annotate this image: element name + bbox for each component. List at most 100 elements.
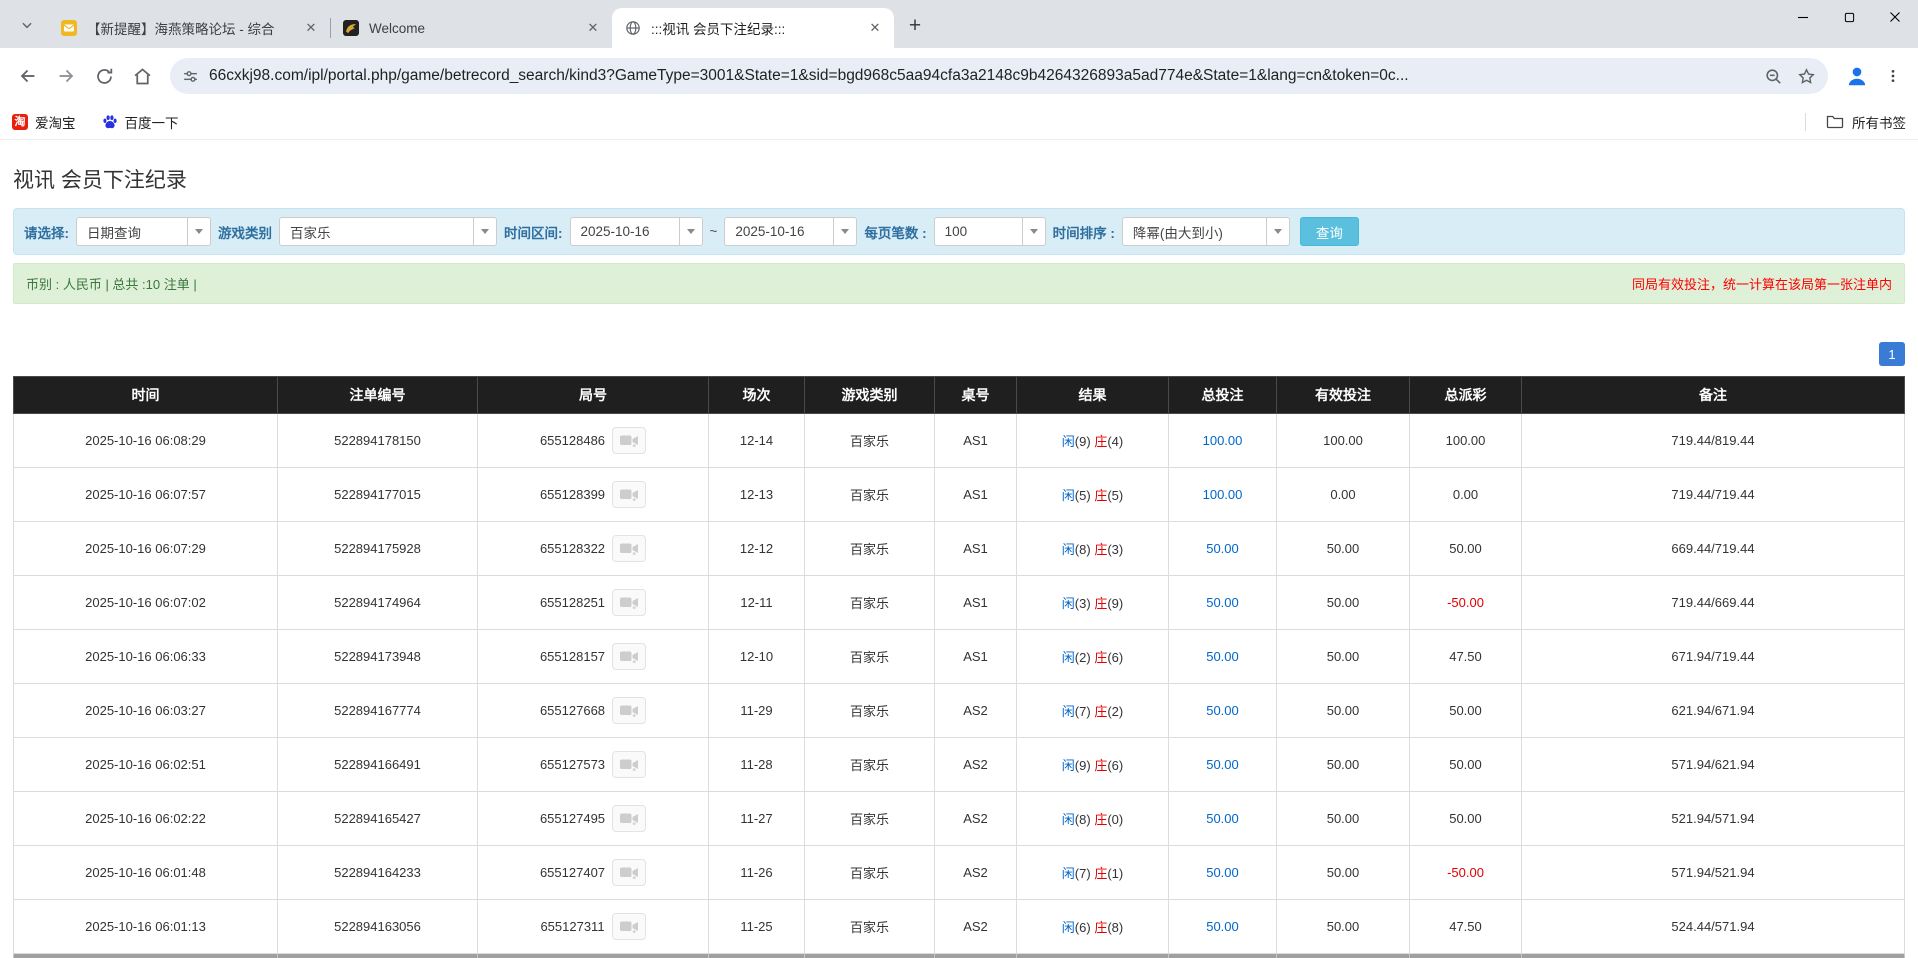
cell-round-id: 655128251 (478, 576, 709, 630)
cell-total-bet-link[interactable]: 50.00 (1169, 846, 1277, 900)
cell-total-bet-link[interactable]: 50.00 (1169, 630, 1277, 684)
globe-icon (624, 19, 642, 37)
cell-note: 719.44/719.44 (1522, 468, 1905, 522)
new-tab-button[interactable]: + (900, 10, 930, 40)
cell-payout: -50.00 (1410, 846, 1522, 900)
date-range-label: 时间区间: (504, 222, 563, 242)
table-row: 2025-10-16 06:07:57522894177015655128399… (14, 468, 1905, 522)
browser-window: 【新提醒】海燕策略论坛 - 综合✕Welcome✕:::视讯 会员下注纪录:::… (0, 0, 1918, 140)
cell-total-bet-link[interactable]: 50.00 (1169, 576, 1277, 630)
cell-total-bet-link[interactable]: 50.00 (1169, 900, 1277, 954)
browser-menu-button[interactable] (1878, 61, 1908, 91)
cell-session: 11-29 (709, 684, 805, 738)
video-replay-button[interactable] (612, 535, 646, 562)
cell-result: 闲(9) 庄(6) (1017, 738, 1169, 792)
reload-button[interactable] (86, 58, 122, 94)
cell-game-type: 百家乐 (805, 792, 935, 846)
forward-arrow-icon (55, 65, 77, 87)
footer-empty-cell (805, 954, 935, 958)
tab-search-chevron-button[interactable] (12, 10, 42, 40)
camera-icon (619, 487, 639, 502)
zoom-out-icon[interactable] (1764, 67, 1783, 86)
home-button[interactable] (124, 58, 160, 94)
cell-table-number: AS1 (935, 522, 1017, 576)
cell-total-bet-link[interactable]: 50.00 (1169, 792, 1277, 846)
cell-result: 闲(3) 庄(9) (1017, 576, 1169, 630)
browser-tab[interactable]: 【新提醒】海燕策略论坛 - 综合✕ (48, 8, 330, 48)
bookmark-item[interactable]: 淘爱淘宝 (12, 112, 76, 132)
profile-avatar[interactable] (1840, 59, 1874, 93)
result-player-label: 闲 (1062, 758, 1075, 773)
date-from-select[interactable]: 2025-10-16 (570, 217, 703, 246)
sort-label: 时间排序 : (1053, 222, 1115, 242)
site-settings-icon[interactable] (182, 68, 199, 85)
result-banker-label: 庄 (1094, 758, 1107, 773)
bet-records-table: 时间注单编号局号场次游戏类别桌号结果总投注有效投注总派彩备注 2025-10-1… (13, 376, 1905, 958)
cell-total-bet-link[interactable]: 50.00 (1169, 738, 1277, 792)
cell-time: 2025-10-16 06:01:13 (14, 900, 278, 954)
cell-total-bet-link[interactable]: 50.00 (1169, 684, 1277, 738)
camera-icon (619, 757, 639, 772)
cell-bet-id: 522894177015 (278, 468, 478, 522)
game-type-select[interactable]: 百家乐 (279, 217, 497, 246)
result-banker-label: 庄 (1094, 488, 1107, 503)
tab-close-button[interactable]: ✕ (584, 19, 602, 37)
video-replay-button[interactable] (612, 751, 646, 778)
round-number: 655128251 (540, 595, 605, 610)
all-bookmarks-button[interactable]: 所有书签 (1805, 112, 1906, 132)
page-size-select[interactable]: 100 (934, 217, 1046, 246)
back-button[interactable] (10, 58, 46, 94)
video-replay-button[interactable] (612, 481, 646, 508)
address-bar[interactable]: 66cxkj98.com/ipl/portal.php/game/betreco… (170, 58, 1828, 94)
video-replay-button[interactable] (612, 859, 646, 886)
cell-session: 12-11 (709, 576, 805, 630)
cell-payout: 50.00 (1410, 522, 1522, 576)
result-player-label: 闲 (1062, 704, 1075, 719)
close-window-button[interactable] (1872, 0, 1918, 34)
footer-empty-cell (709, 954, 805, 958)
video-replay-button[interactable] (612, 697, 646, 724)
video-replay-button[interactable] (612, 913, 646, 940)
browser-tab[interactable]: Welcome✕ (330, 8, 612, 48)
cell-game-type: 百家乐 (805, 900, 935, 954)
tab-close-button[interactable]: ✕ (866, 19, 884, 37)
result-player-label: 闲 (1062, 542, 1075, 557)
video-replay-button[interactable] (612, 589, 646, 616)
cell-total-bet-link[interactable]: 50.00 (1169, 522, 1277, 576)
cell-round-id: 655127407 (478, 846, 709, 900)
result-player-label: 闲 (1062, 866, 1075, 881)
result-player-value: (9) (1075, 758, 1091, 773)
page-number-button[interactable]: 1 (1879, 342, 1905, 366)
cell-payout: 0.00 (1410, 468, 1522, 522)
cell-total-bet-link[interactable]: 100.00 (1169, 468, 1277, 522)
cell-game-type: 百家乐 (805, 846, 935, 900)
cell-total-bet-link[interactable]: 100.00 (1169, 414, 1277, 468)
cell-game-type: 百家乐 (805, 522, 935, 576)
pagination-top: 1 (13, 342, 1905, 366)
cell-table-number: AS2 (935, 846, 1017, 900)
bookmark-label: 百度一下 (125, 112, 179, 132)
result-banker-value: (3) (1107, 542, 1123, 557)
result-banker-label: 庄 (1094, 434, 1107, 449)
minimize-button[interactable] (1780, 0, 1826, 34)
cell-valid-bet: 100.00 (1277, 414, 1410, 468)
video-replay-button[interactable] (612, 427, 646, 454)
bookmark-star-icon[interactable] (1797, 67, 1816, 86)
bookmark-item[interactable]: 百度一下 (102, 112, 179, 132)
cell-payout: 50.00 (1410, 792, 1522, 846)
camera-icon (619, 865, 639, 880)
column-header: 场次 (709, 377, 805, 414)
sort-select[interactable]: 降幂(由大到小) (1122, 217, 1290, 246)
maximize-button[interactable] (1826, 0, 1872, 34)
search-button[interactable]: 查询 (1300, 217, 1359, 246)
query-type-select[interactable]: 日期查询 (76, 217, 211, 246)
url-text[interactable]: 66cxkj98.com/ipl/portal.php/game/betreco… (209, 67, 1750, 85)
cell-result: 闲(8) 庄(0) (1017, 792, 1169, 846)
tab-close-button[interactable]: ✕ (302, 19, 320, 37)
browser-tab-active[interactable]: :::视讯 会员下注纪录:::✕ (612, 8, 894, 48)
video-replay-button[interactable] (612, 643, 646, 670)
cell-time: 2025-10-16 06:03:27 (14, 684, 278, 738)
date-to-select[interactable]: 2025-10-16 (724, 217, 857, 246)
video-replay-button[interactable] (612, 805, 646, 832)
forward-button[interactable] (48, 58, 84, 94)
